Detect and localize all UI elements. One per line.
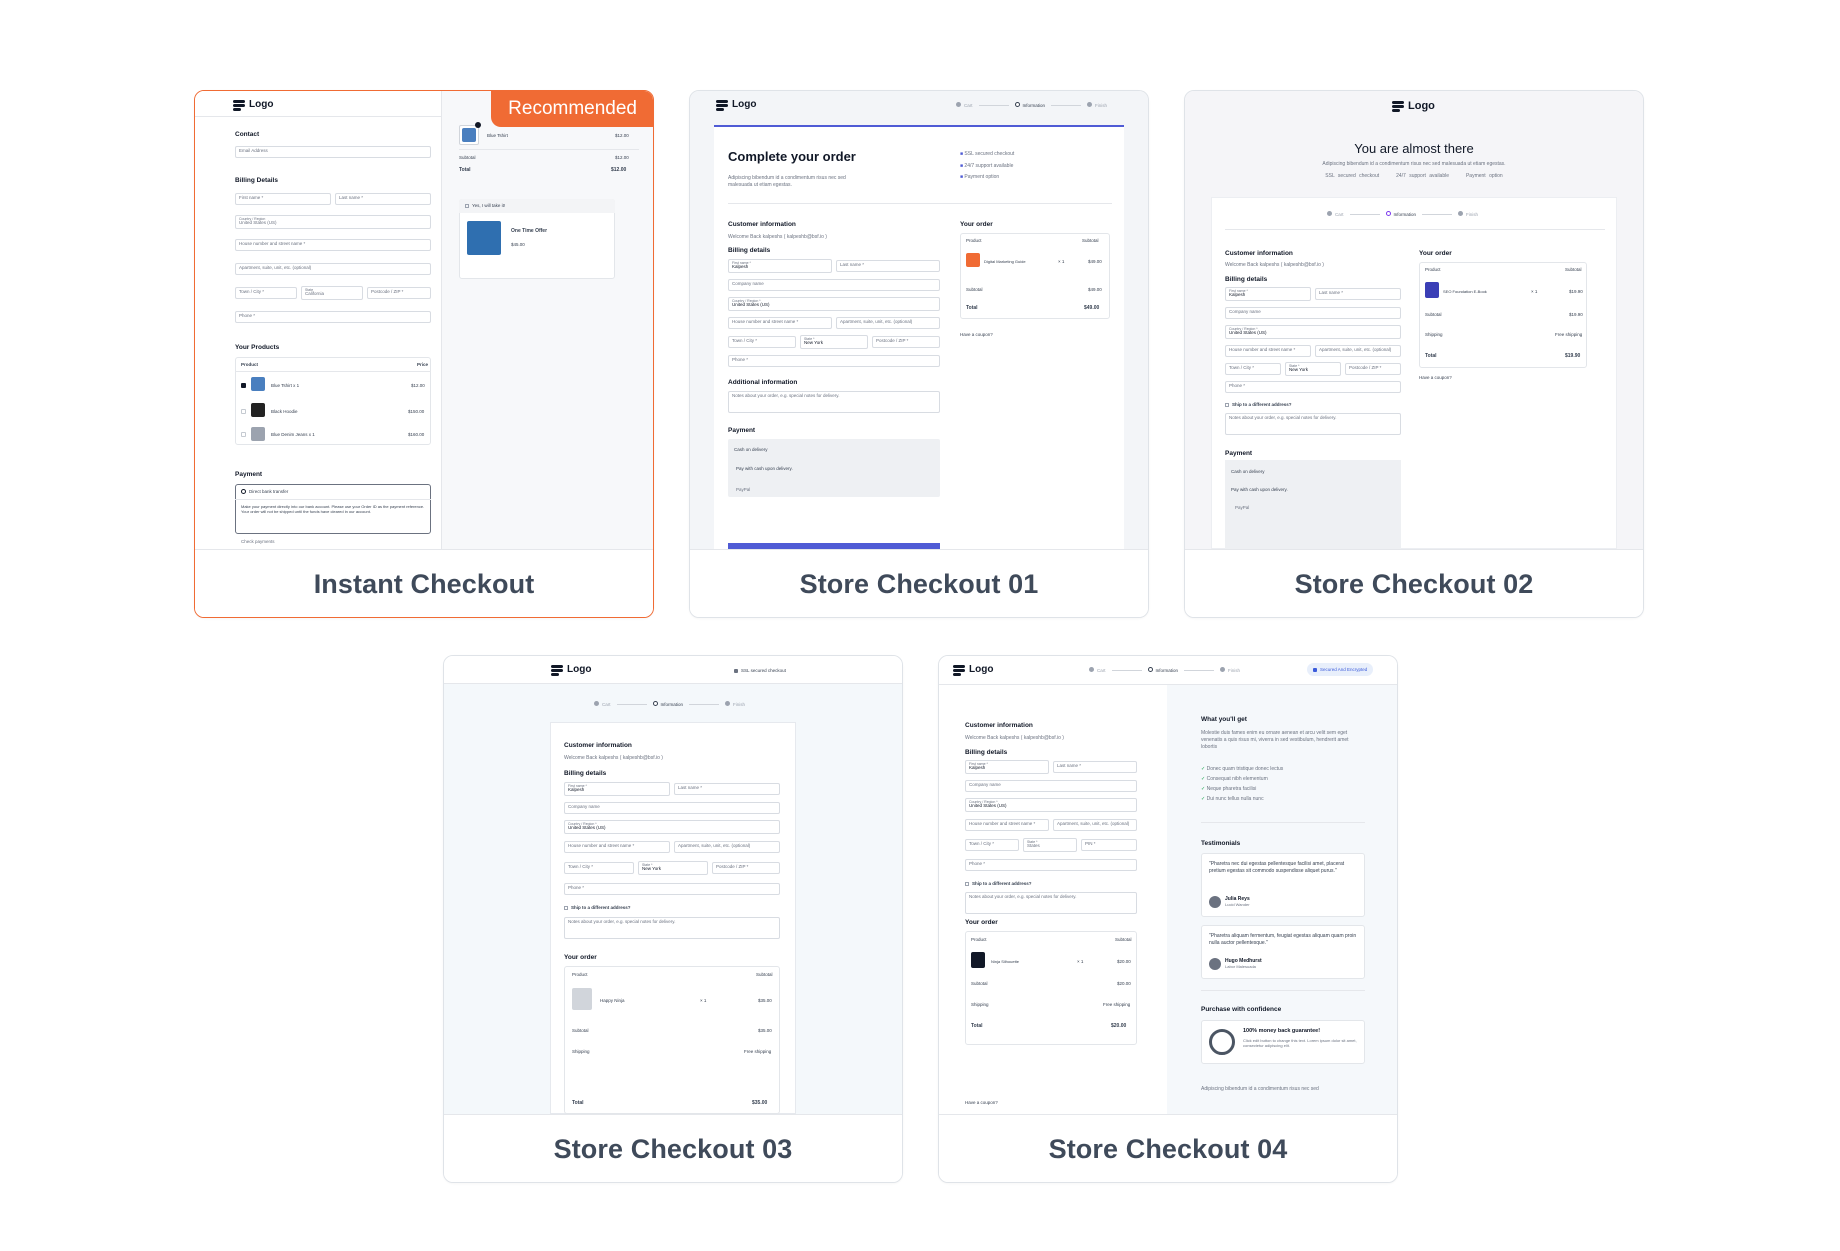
card-title: Instant Checkout: [195, 549, 653, 617]
template-card-store-checkout-04[interactable]: Logo Cart Information Finish Secured And…: [938, 655, 1398, 1183]
logo: Logo: [1392, 100, 1435, 112]
checkout-steps: Cart Information Finish: [594, 701, 745, 707]
card-title: Store Checkout 03: [444, 1114, 902, 1182]
logo: Logo: [233, 99, 273, 111]
template-preview: Logo Cart Information Finish Secured And…: [939, 656, 1397, 1114]
logo-icon: [953, 664, 965, 676]
logo: Logo: [716, 99, 756, 111]
logo-icon: [233, 99, 245, 111]
checkout-steps: Cart Information Finish: [1327, 211, 1478, 217]
recommended-badge: Recommended: [491, 91, 653, 127]
logo: Logo: [953, 664, 993, 676]
logo-icon: [551, 664, 563, 676]
card-title: Store Checkout 01: [690, 549, 1148, 617]
card-title: Store Checkout 02: [1185, 549, 1643, 617]
logo-icon: [716, 99, 728, 111]
template-preview: Logo You are almost there Adipiscing bib…: [1185, 91, 1643, 549]
template-preview: Logo Contact Email Address Billing Detai…: [195, 91, 653, 549]
template-card-instant-checkout[interactable]: Recommended Logo Contact Email Address B…: [194, 90, 654, 618]
card-title: Store Checkout 04: [939, 1114, 1397, 1182]
logo-icon: [1392, 101, 1404, 112]
template-card-store-checkout-03[interactable]: Logo SSL secured checkout Cart Informati…: [443, 655, 903, 1183]
checkout-steps: Cart Information Finish: [956, 102, 1107, 108]
guarantee-seal-icon: [1209, 1029, 1235, 1055]
lock-icon: [1313, 667, 1317, 672]
template-card-store-checkout-02[interactable]: Logo You are almost there Adipiscing bib…: [1184, 90, 1644, 618]
template-preview: Logo Cart Information Finish Complete yo…: [690, 91, 1148, 549]
template-preview: Logo SSL secured checkout Cart Informati…: [444, 656, 902, 1114]
lock-icon: [734, 668, 738, 673]
template-card-store-checkout-01[interactable]: Logo Cart Information Finish Complete yo…: [689, 90, 1149, 618]
checkout-steps: Cart Information Finish: [1089, 667, 1240, 673]
logo: Logo: [551, 664, 591, 676]
